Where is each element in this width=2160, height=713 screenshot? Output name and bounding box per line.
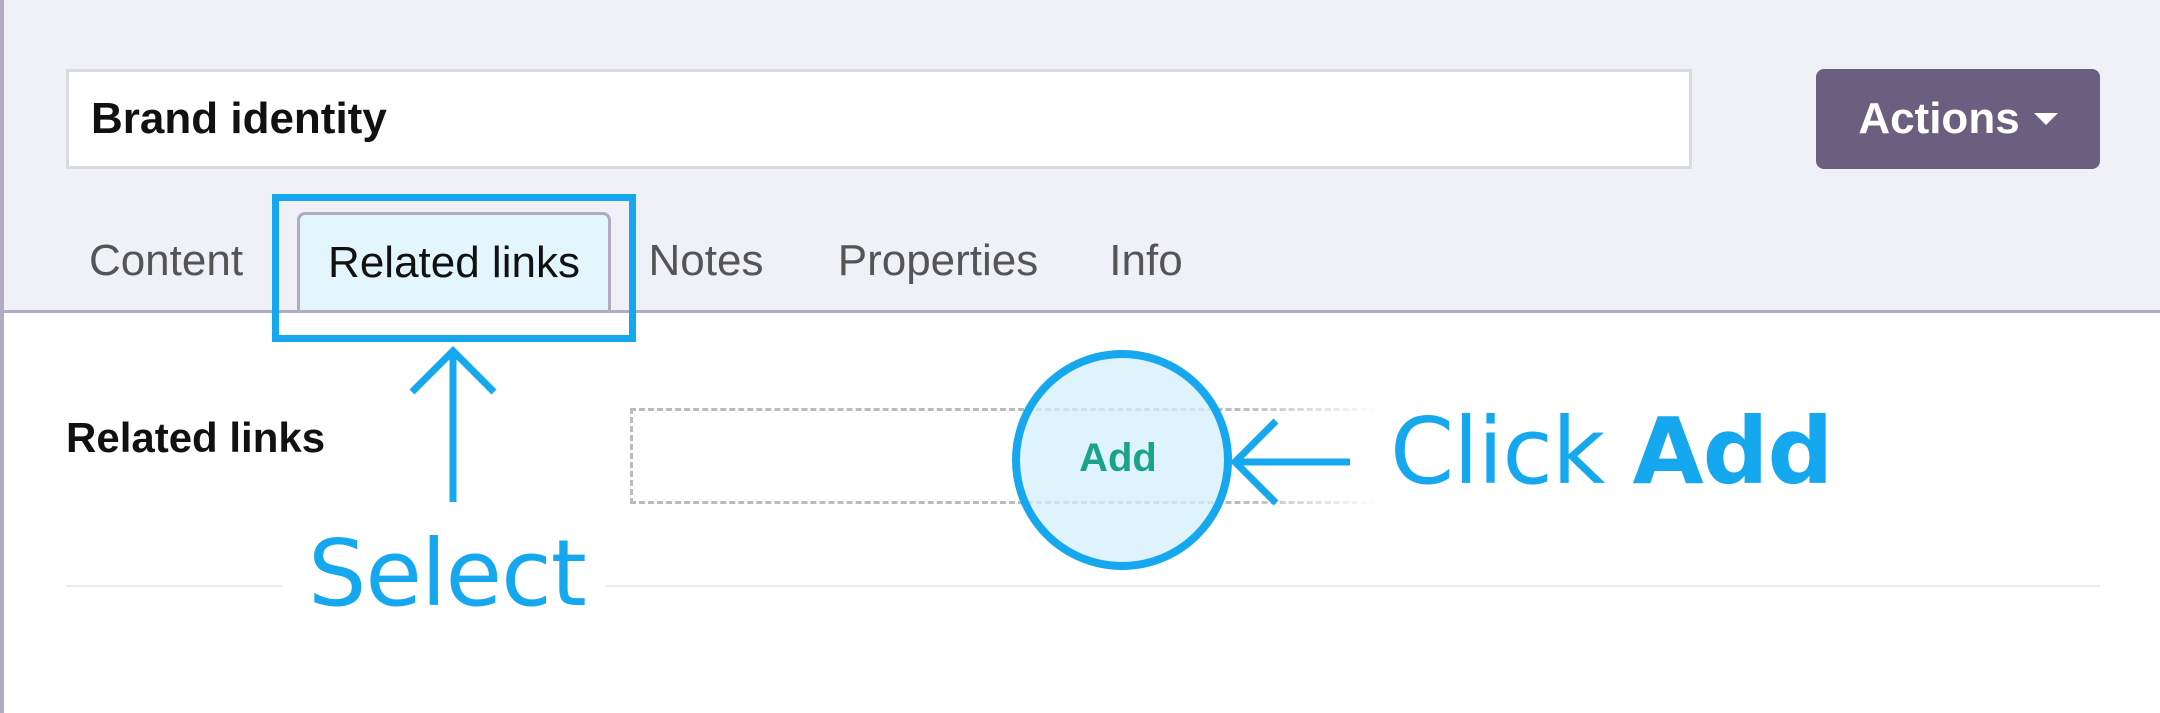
- related-links-label: Related links: [66, 414, 326, 461]
- content-panel: [4, 313, 2160, 713]
- tab-content[interactable]: Content: [66, 212, 266, 310]
- click-annotation-verb: Click: [1390, 398, 1605, 505]
- tab-related-links[interactable]: Related links: [297, 212, 611, 310]
- add-button[interactable]: Add: [1020, 426, 1216, 490]
- actions-button-label: Actions: [1858, 94, 2020, 143]
- tab-properties[interactable]: Properties: [820, 212, 1056, 310]
- caret-down-icon: [2033, 113, 2058, 125]
- tab-label: Related links: [328, 237, 580, 287]
- click-annotation: Click Add: [1390, 398, 1833, 505]
- tab-label: Properties: [837, 236, 1039, 285]
- tab-notes[interactable]: Notes: [636, 212, 776, 310]
- click-annotation-emphasis: Add: [1632, 398, 1833, 505]
- select-annotation: Select: [308, 520, 587, 627]
- tab-label: Notes: [648, 236, 764, 285]
- actions-button[interactable]: Actions: [1816, 69, 2100, 169]
- tab-label: Content: [88, 236, 244, 285]
- tab-label: Info: [1109, 236, 1183, 285]
- tab-info[interactable]: Info: [1100, 212, 1192, 310]
- title-input[interactable]: [66, 69, 1692, 169]
